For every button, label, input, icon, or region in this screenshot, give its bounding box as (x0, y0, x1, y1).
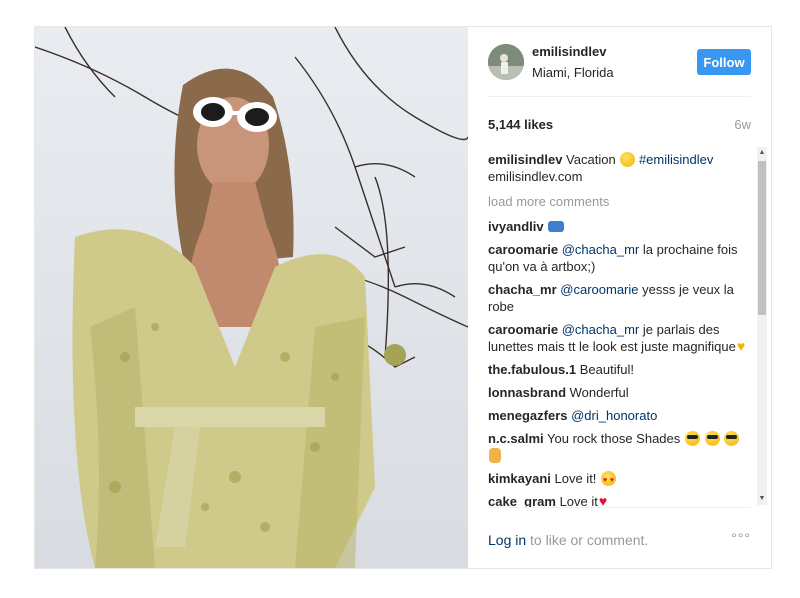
yellow-heart-icon: ♥ (736, 338, 746, 354)
comment-item: the.fabulous.1 Beautiful! (488, 361, 750, 378)
post-age[interactable]: 6w (734, 117, 751, 132)
caption-username[interactable]: emilisindlev (488, 152, 562, 167)
red-heart-icon: ♥ (598, 493, 608, 507)
load-more-comments[interactable]: load more comments (488, 193, 750, 210)
login-prompt: Log in to like or comment. (488, 532, 648, 548)
comment-item: chacha_mr @caroomarie yesss je veux la r… (488, 281, 750, 315)
comment-username[interactable]: cake_gram (488, 494, 556, 507)
comment-username[interactable]: kimkayani (488, 471, 551, 486)
comment-username[interactable]: n.c.salmi (488, 431, 544, 446)
post-sidebar: emilisindlev Miami, Florida Follow 5,144… (468, 27, 771, 568)
caption-link: emilisindlev.com (488, 169, 583, 184)
ok-hand-emoji-icon (489, 448, 501, 463)
avatar-image (488, 44, 524, 80)
emoji-icon (620, 152, 636, 167)
comments-list: emilisindlev Vacation #emilisindlev emil… (488, 151, 750, 507)
post-header: emilisindlev Miami, Florida Follow (488, 27, 751, 97)
scroll-up-arrow-icon[interactable]: ▲ (757, 147, 767, 159)
avatar[interactable] (488, 44, 524, 80)
scrollbar-thumb[interactable] (758, 161, 766, 315)
comment-item: caroomarie @chacha_mr je parlais des lun… (488, 321, 750, 355)
comment-username[interactable]: ivyandliv (488, 219, 544, 234)
comment-mention[interactable]: @chacha_mr (562, 322, 640, 337)
post-photo[interactable] (35, 27, 468, 568)
instagram-post: emilisindlev Miami, Florida Follow 5,144… (34, 26, 772, 569)
sunglasses-emoji-icon (704, 431, 720, 446)
comments-scrollbar[interactable]: ▲ ▼ (757, 147, 767, 505)
comment-text: Love it (559, 494, 598, 507)
comment-item: ivyandliv (488, 218, 750, 235)
car-emoji-icon (548, 221, 565, 232)
sunglasses-emoji-icon (724, 431, 740, 446)
photo-illustration (35, 27, 468, 568)
comment-username[interactable]: chacha_mr (488, 282, 557, 297)
caption-text: Vacation (566, 152, 616, 167)
comment-text: Wonderful (569, 385, 629, 400)
comment-item: n.c.salmi You rock those Shades (488, 430, 750, 464)
comment-text: Love it! (554, 471, 597, 486)
comment-item: cake_gram Love it♥ (488, 493, 750, 507)
login-prompt-text: to like or comment. (530, 532, 649, 548)
heart-eyes-emoji-icon (601, 471, 617, 489)
comment-username[interactable]: the.fabulous.1 (488, 362, 576, 377)
comment-mention[interactable]: @caroomarie (560, 282, 638, 297)
comment-text: Beautiful! (579, 362, 634, 377)
comment-item: menegazfers @dri_honorato (488, 407, 750, 424)
more-options-icon[interactable]: °°° (731, 530, 751, 546)
scroll-down-arrow-icon[interactable]: ▼ (757, 493, 767, 505)
comment-username[interactable]: lonnasbrand (488, 385, 566, 400)
sunglasses-emoji-icon (684, 431, 700, 446)
comment-item: kimkayani Love it! (488, 470, 750, 489)
comments-scroll-area[interactable]: emilisindlev Vacation #emilisindlev emil… (488, 145, 767, 507)
comment-username[interactable]: caroomarie (488, 242, 558, 257)
comment-username[interactable]: menegazfers (488, 408, 567, 423)
follow-button[interactable]: Follow (697, 49, 751, 75)
likes-count[interactable]: 5,144 likes (488, 117, 553, 132)
comment-mention[interactable]: @dri_honorato (571, 408, 657, 423)
header-username[interactable]: emilisindlev (532, 44, 606, 59)
header-location[interactable]: Miami, Florida (532, 65, 614, 80)
caption-hashtag[interactable]: #emilisindlev (639, 152, 713, 167)
comment-text: You rock those Shades (547, 431, 681, 446)
likes-row: 5,144 likes 6w (488, 115, 751, 135)
comment-item: lonnasbrand Wonderful (488, 384, 750, 401)
comment-username[interactable]: caroomarie (488, 322, 558, 337)
post-footer: Log in to like or comment. °°° (488, 507, 751, 567)
comment-mention[interactable]: @chacha_mr (562, 242, 640, 257)
caption: emilisindlev Vacation #emilisindlev emil… (488, 151, 750, 185)
comment-item: caroomarie @chacha_mr la prochaine fois … (488, 241, 750, 275)
login-link[interactable]: Log in (488, 532, 526, 548)
